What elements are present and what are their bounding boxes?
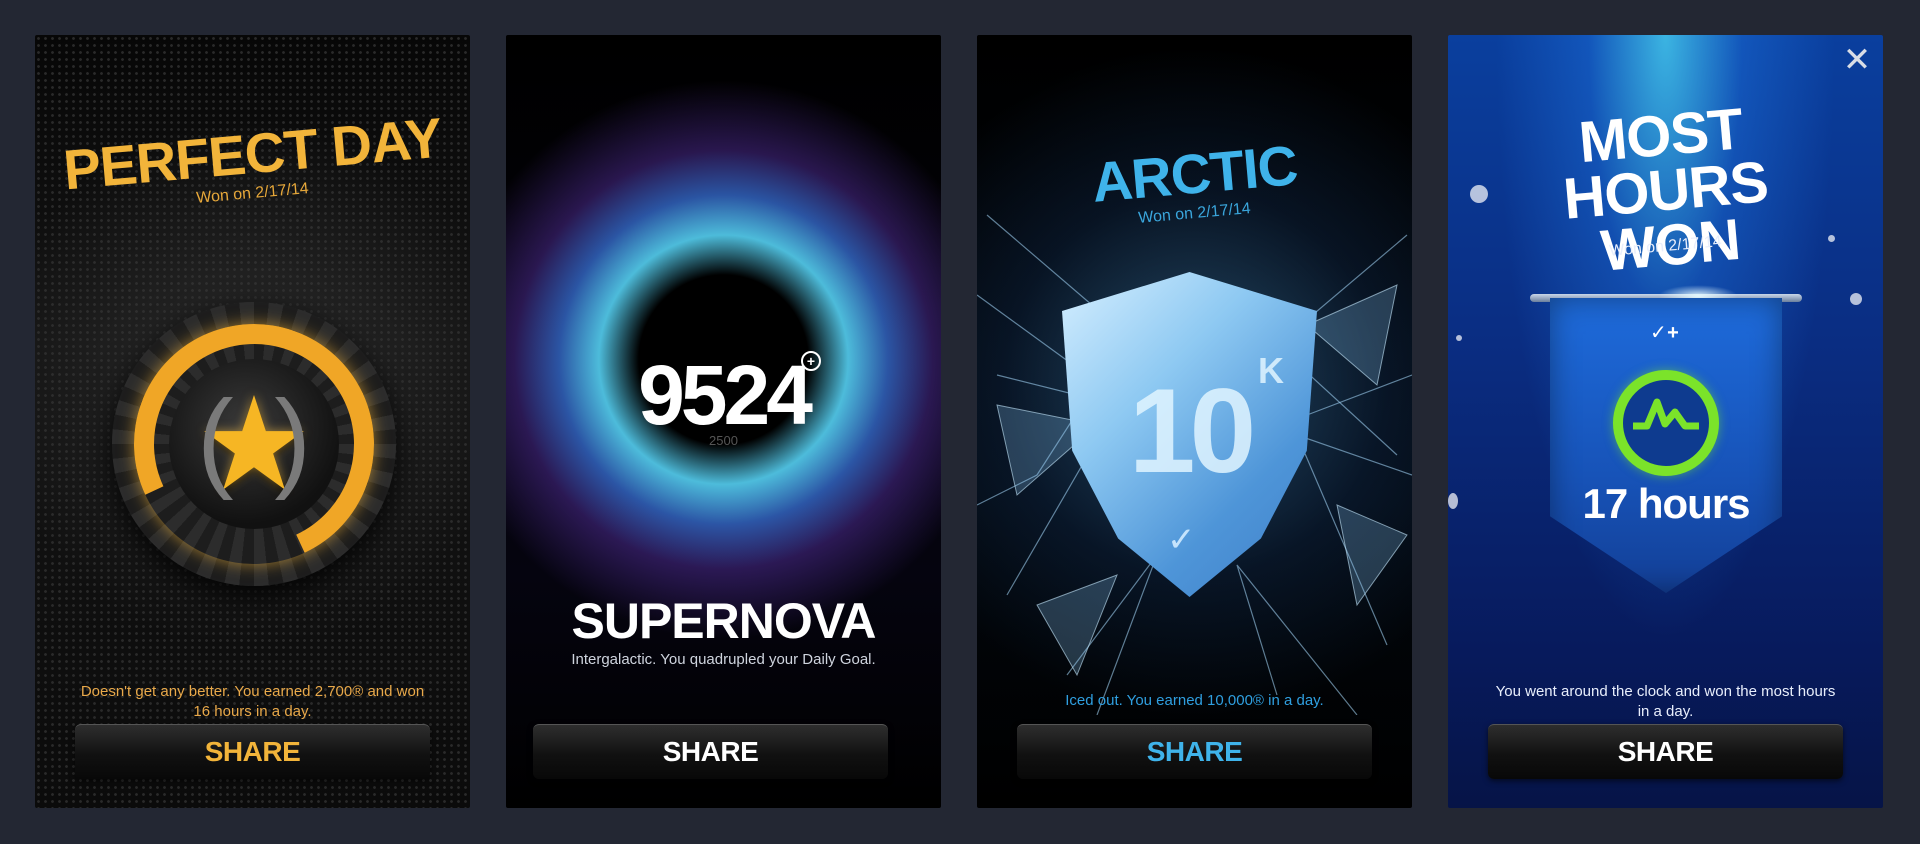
medal-core: ( ) ★ [169,359,339,529]
daily-goal: 2500 [709,433,738,448]
hours-ring-icon [1613,370,1719,476]
achievement-description: You went around the clock and won the mo… [1495,683,1836,720]
laurel-wreath-icon: ( [197,378,234,501]
share-button[interactable]: SHARE [1017,724,1372,779]
achievement-description: Iced out. You earned 10,000® in a day. [1065,692,1324,709]
snow-particle [1448,493,1458,509]
nike-plus-banner-icon: ✓+ 17 hours [1550,298,1782,593]
achievement-card-arctic: ARCTIC Won on 2/17/14 10 K ✓ Iced out. Y… [977,35,1412,808]
snow-particle [1470,185,1488,203]
achievement-card-perfect-day: PERFECT DAY Won on 2/17/14 ( ) ★ Doesn't… [35,35,470,808]
achievement-card-supernova: 9524 + 2500 SUPERNOVA Intergalactic. You… [506,35,941,808]
achievement-description: Doesn't get any better. You earned 2,700… [80,683,425,720]
achievement-title: SUPERNOVA [571,593,876,649]
nike-swoosh-icon: ✓ [1167,521,1196,559]
share-button[interactable]: SHARE [75,724,430,779]
medal-icon: ( ) ★ [100,290,408,598]
close-icon[interactable]: ✕ [1842,43,1872,77]
share-button[interactable]: SHARE [1488,724,1843,779]
hours-won-value: 17 hours [1582,480,1750,527]
shield-unit: K [1258,350,1284,391]
fuel-plus-icon: + [801,351,821,371]
share-button[interactable]: SHARE [533,724,888,779]
fuel-score: 9524 [638,348,813,442]
laurel-wreath-icon: ) [274,378,311,501]
achievement-description: Intergalactic. You quadrupled your Daily… [571,651,876,668]
achievement-card-most-hours: MOST HOURS WON Won on 2/17/14 ✓+ 17 hour… [1448,35,1883,808]
pulse-line-icon [1633,398,1699,430]
nike-plus-logo-icon: ✓+ [1650,322,1679,344]
snow-particle [1456,335,1462,341]
snow-particle [1850,293,1862,305]
